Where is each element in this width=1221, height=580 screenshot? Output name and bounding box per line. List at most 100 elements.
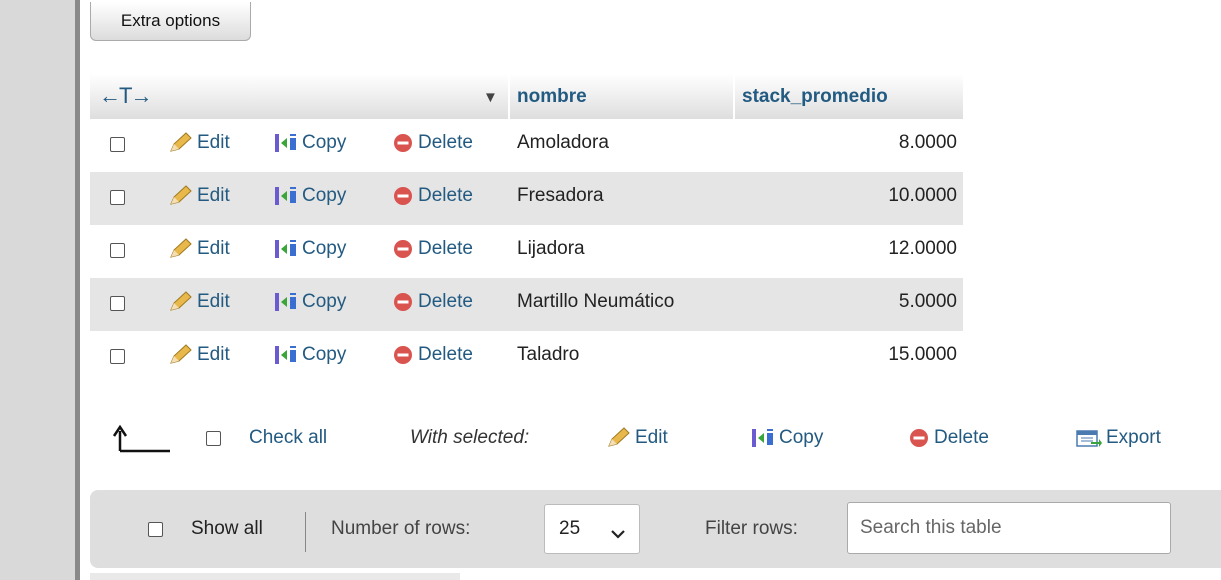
- column-separator: [508, 74, 510, 119]
- row-delete-label: Delete: [418, 185, 473, 206]
- row-delete-button[interactable]: Delete: [391, 132, 473, 154]
- copy-icon: [273, 132, 299, 154]
- pencil-icon: [168, 185, 194, 207]
- table-row: Edit Copy Delete Martillo Neumático 5.0000: [90, 278, 963, 331]
- column-separator: [733, 74, 735, 119]
- with-selected-label: With selected:: [410, 427, 530, 448]
- extra-options-button[interactable]: Extra options: [90, 2, 251, 41]
- row-copy-label: Copy: [302, 238, 347, 259]
- row-edit-button[interactable]: Edit: [168, 291, 230, 313]
- row-copy-label: Copy: [302, 291, 347, 312]
- delete-icon: [391, 238, 415, 260]
- delete-icon: [391, 185, 415, 207]
- show-all-checkbox[interactable]: [148, 522, 163, 537]
- delete-icon: [391, 132, 415, 154]
- column-header-stack-promedio[interactable]: stack_promedio: [742, 86, 888, 108]
- row-checkbox[interactable]: [110, 243, 125, 258]
- row-edit-button[interactable]: Edit: [168, 185, 230, 207]
- bulk-edit-label: Edit: [635, 427, 668, 448]
- nav-separator: [305, 512, 306, 552]
- bulk-export-label: Export: [1106, 427, 1161, 448]
- sort-caret-icon[interactable]: ▼: [483, 89, 498, 106]
- row-copy-button[interactable]: Copy: [273, 132, 346, 154]
- number-of-rows-label: Number of rows:: [331, 518, 471, 539]
- row-delete-label: Delete: [418, 291, 473, 312]
- row-edit-label: Edit: [197, 185, 230, 206]
- row-checkbox[interactable]: [110, 349, 125, 364]
- copy-icon: [750, 427, 776, 449]
- row-delete-label: Delete: [418, 132, 473, 153]
- filter-rows-label: Filter rows:: [705, 518, 798, 539]
- copy-icon: [273, 291, 299, 313]
- delete-icon: [391, 291, 415, 313]
- row-edit-label: Edit: [197, 238, 230, 259]
- delete-icon: [907, 427, 931, 449]
- row-checkbox[interactable]: [110, 137, 125, 152]
- bulk-delete-button[interactable]: Delete: [907, 427, 989, 449]
- bulk-actions-bar: Check all With selected: Edit Copy Delet…: [90, 420, 1220, 460]
- row-edit-label: Edit: [197, 132, 230, 153]
- row-copy-button[interactable]: Copy: [273, 291, 346, 313]
- cell-nombre: Taladro: [517, 344, 580, 365]
- bulk-export-button[interactable]: Export: [1075, 427, 1161, 449]
- row-copy-button[interactable]: Copy: [273, 238, 346, 260]
- bulk-edit-button[interactable]: Edit: [606, 427, 668, 449]
- row-copy-button[interactable]: Copy: [273, 185, 346, 207]
- column-resize-arrows-icon[interactable]: ←T→: [99, 83, 152, 109]
- row-checkbox[interactable]: [110, 190, 125, 205]
- cell-stack-promedio: 10.0000: [888, 185, 957, 206]
- table-row: Edit Copy Delete Lijadora 12.0000: [90, 225, 963, 278]
- pencil-icon: [168, 344, 194, 366]
- copy-icon: [273, 238, 299, 260]
- row-edit-button[interactable]: Edit: [168, 344, 230, 366]
- cell-nombre: Martillo Neumático: [517, 291, 675, 312]
- cell-stack-promedio: 8.0000: [898, 132, 957, 153]
- row-delete-button[interactable]: Delete: [391, 238, 473, 260]
- row-copy-label: Copy: [302, 344, 347, 365]
- show-all-label[interactable]: Show all: [191, 518, 263, 540]
- table-row: Edit Copy Delete Fresadora 10.0000: [90, 172, 963, 225]
- row-edit-label: Edit: [197, 291, 230, 312]
- cell-nombre: Amoladora: [517, 132, 609, 153]
- row-copy-label: Copy: [302, 185, 347, 206]
- row-edit-label: Edit: [197, 344, 230, 365]
- row-delete-button[interactable]: Delete: [391, 185, 473, 207]
- rows-select-value: 25: [559, 518, 581, 539]
- row-edit-button[interactable]: Edit: [168, 132, 230, 154]
- delete-icon: [391, 344, 415, 366]
- check-all-link[interactable]: Check all: [249, 427, 327, 449]
- navigation-panel: Show all Number of rows: 25 Filter rows:: [90, 490, 1221, 568]
- cell-nombre: Fresadora: [517, 185, 604, 206]
- pencil-icon: [168, 132, 194, 154]
- row-delete-button[interactable]: Delete: [391, 344, 473, 366]
- cell-stack-promedio: 5.0000: [898, 291, 957, 312]
- table-row: Edit Copy Delete Amoladora 8.0000: [90, 119, 963, 172]
- cell-stack-promedio: 12.0000: [888, 238, 957, 259]
- pencil-icon: [168, 291, 194, 313]
- bulk-copy-label: Copy: [779, 427, 824, 448]
- row-delete-label: Delete: [418, 238, 473, 259]
- copy-icon: [273, 185, 299, 207]
- arrow-up-left-icon: [112, 423, 172, 459]
- row-delete-button[interactable]: Delete: [391, 291, 473, 313]
- bulk-copy-button[interactable]: Copy: [750, 427, 823, 449]
- bottom-strip: [90, 573, 460, 580]
- left-gutter: [0, 0, 75, 580]
- check-all-checkbox[interactable]: [206, 431, 221, 446]
- bulk-delete-label: Delete: [934, 427, 989, 448]
- column-header-nombre[interactable]: nombre: [517, 86, 587, 108]
- row-edit-button[interactable]: Edit: [168, 238, 230, 260]
- row-copy-button[interactable]: Copy: [273, 344, 346, 366]
- export-icon: [1075, 427, 1103, 449]
- copy-icon: [273, 344, 299, 366]
- cell-nombre: Lijadora: [517, 238, 585, 259]
- number-of-rows-select[interactable]: 25: [544, 504, 640, 554]
- row-checkbox[interactable]: [110, 296, 125, 311]
- row-copy-label: Copy: [302, 132, 347, 153]
- pencil-icon: [168, 238, 194, 260]
- left-divider: [75, 0, 80, 580]
- filter-rows-input[interactable]: [847, 502, 1171, 554]
- results-table: ←T→ ▼ nombre stack_promedio Edit Copy Dele…: [90, 74, 963, 384]
- table-row: Edit Copy Delete Taladro 15.0000: [90, 331, 963, 384]
- chevron-down-icon: [611, 523, 625, 545]
